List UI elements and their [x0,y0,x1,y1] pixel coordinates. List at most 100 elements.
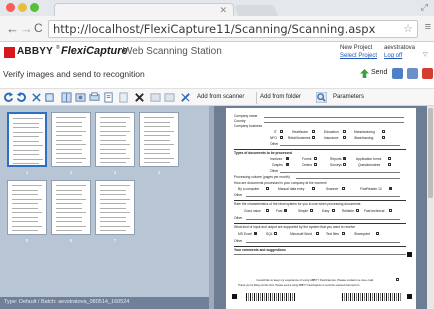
reports-label: Reports [330,157,342,161]
page-properties-icon[interactable] [103,92,114,103]
warehousing-checkbox[interactable] [382,136,385,139]
page-thumbnail[interactable] [51,180,91,235]
questionnaires-checkbox[interactable] [388,163,391,166]
comments-line [234,254,406,255]
thumbnail-text-line [100,194,126,195]
forms-checkbox[interactable] [314,157,317,160]
orders-checkbox[interactable] [314,163,317,166]
thumbnail-text-line [100,216,126,218]
reliable-checkbox[interactable] [356,209,359,212]
manufacturing-checkbox[interactable] [382,130,385,133]
close-window-button[interactable] [6,3,15,12]
rotate-left-icon[interactable] [3,92,14,103]
rotate-right-icon[interactable] [16,92,27,103]
tab-close-icon[interactable]: ✕ [219,4,227,16]
retail-checkbox[interactable] [312,136,315,139]
fast-tech-checkbox[interactable] [389,209,392,212]
page-thumbnail[interactable] [95,112,135,167]
document-scrollbar-thumb[interactable] [428,108,433,198]
split-page-icon[interactable] [61,92,72,103]
easy-checkbox[interactable] [332,209,335,212]
thumbnail-number: 7 [113,238,117,243]
nfo-checkbox[interactable] [280,136,283,139]
maximize-window-button[interactable] [30,3,39,12]
thumbnail-text-line [100,153,126,154]
page-thumbnail[interactable] [7,180,47,235]
add-from-scanner-button[interactable]: Add from scanner [197,94,244,100]
thumbnail-text-line [13,140,39,142]
country-line [264,122,404,123]
add-from-folder-button[interactable]: Add from folder [260,94,301,100]
header-dropdown-icon[interactable]: ▽ [423,51,428,58]
parameters-button[interactable]: Parameters [333,94,364,100]
browser-menu-icon[interactable]: ≡ [425,21,431,33]
image-settings-icon[interactable] [75,92,86,103]
good-value-checkbox[interactable] [266,209,269,212]
ms-word-checkbox[interactable] [316,232,319,235]
bookmark-star-icon[interactable]: ☆ [403,22,413,35]
application-forms-label: Application forms [356,157,382,161]
reports-checkbox[interactable] [343,157,346,160]
minimize-window-button[interactable] [18,3,27,12]
page-thumbnail[interactable] [139,112,179,167]
thumbnail-text-line [12,198,42,200]
copy-page-icon[interactable] [164,92,175,103]
new-tab-button[interactable] [233,5,279,16]
delete-batch-icon[interactable] [422,68,433,79]
scanner-checkbox[interactable] [342,187,345,190]
comments-heading: Your comments and suggestions [234,248,286,252]
thumbnail-number: 2 [69,170,73,175]
page-thumbnail[interactable] [95,180,135,235]
thumbnail-text-line [100,221,126,222]
page-thumbnail[interactable] [7,112,47,167]
save-batch-icon[interactable] [407,68,418,79]
url-input[interactable]: http://localhost/FlexiCapture11/Scanning… [48,20,418,38]
ms-excel-checkbox[interactable] [254,232,257,235]
document-page[interactable]: Company name Country Company business IT… [226,108,416,309]
warehousing-label: Warehousing [354,136,374,140]
reload-icon[interactable]: C [34,22,43,35]
move-page-icon[interactable] [150,92,161,103]
education-checkbox[interactable] [343,130,346,133]
by-computer-checkbox[interactable] [266,187,269,190]
delete-page-icon[interactable] [134,92,145,103]
section-divider-3 [234,223,406,224]
simple-checkbox[interactable] [310,209,313,212]
other-line-5 [246,242,400,243]
export-batch-icon[interactable] [392,68,403,79]
crop-icon[interactable] [44,92,55,103]
sharepoint-checkbox[interactable] [376,232,379,235]
insurance-checkbox[interactable] [343,136,346,139]
forward-icon[interactable]: → [20,22,33,35]
log-off-link[interactable]: Log off [384,53,402,59]
browser-tab[interactable]: ✕ [54,3,234,16]
thumbnail-text-line [100,135,126,136]
other-label-2: Other [270,169,279,173]
thumbnail-text-line [13,118,43,119]
back-icon[interactable]: ← [6,22,19,35]
surveys-checkbox[interactable] [343,163,346,166]
insert-page-icon[interactable] [118,92,129,103]
fullscreen-icon[interactable]: ⤢ [421,2,428,13]
fast-checkbox[interactable] [284,209,287,212]
good-value-label: Good value [244,209,261,213]
scan-settings-icon[interactable] [89,92,100,103]
search-icon[interactable] [316,92,327,103]
page-thumbnail[interactable] [51,112,91,167]
consent-checkbox[interactable] [396,278,399,281]
what-kind-heading: What kind of input and output are suppor… [234,225,356,229]
cut-icon[interactable] [31,92,42,103]
it-checkbox[interactable] [280,130,283,133]
text-files-label: Text files [326,232,339,236]
select-project-link[interactable]: Select Project [340,53,377,59]
tools-icon[interactable] [180,92,191,103]
finereader-checkbox[interactable] [389,187,392,190]
application-forms-checkbox[interactable] [388,157,391,160]
text-files-checkbox[interactable] [342,232,345,235]
thumbnail-text-line [100,121,126,123]
manual-entry-checkbox[interactable] [312,187,315,190]
sql-checkbox[interactable] [274,232,277,235]
invoices-checkbox[interactable] [286,157,289,160]
graphs-checkbox[interactable] [286,163,289,166]
healthcare-checkbox[interactable] [312,130,315,133]
